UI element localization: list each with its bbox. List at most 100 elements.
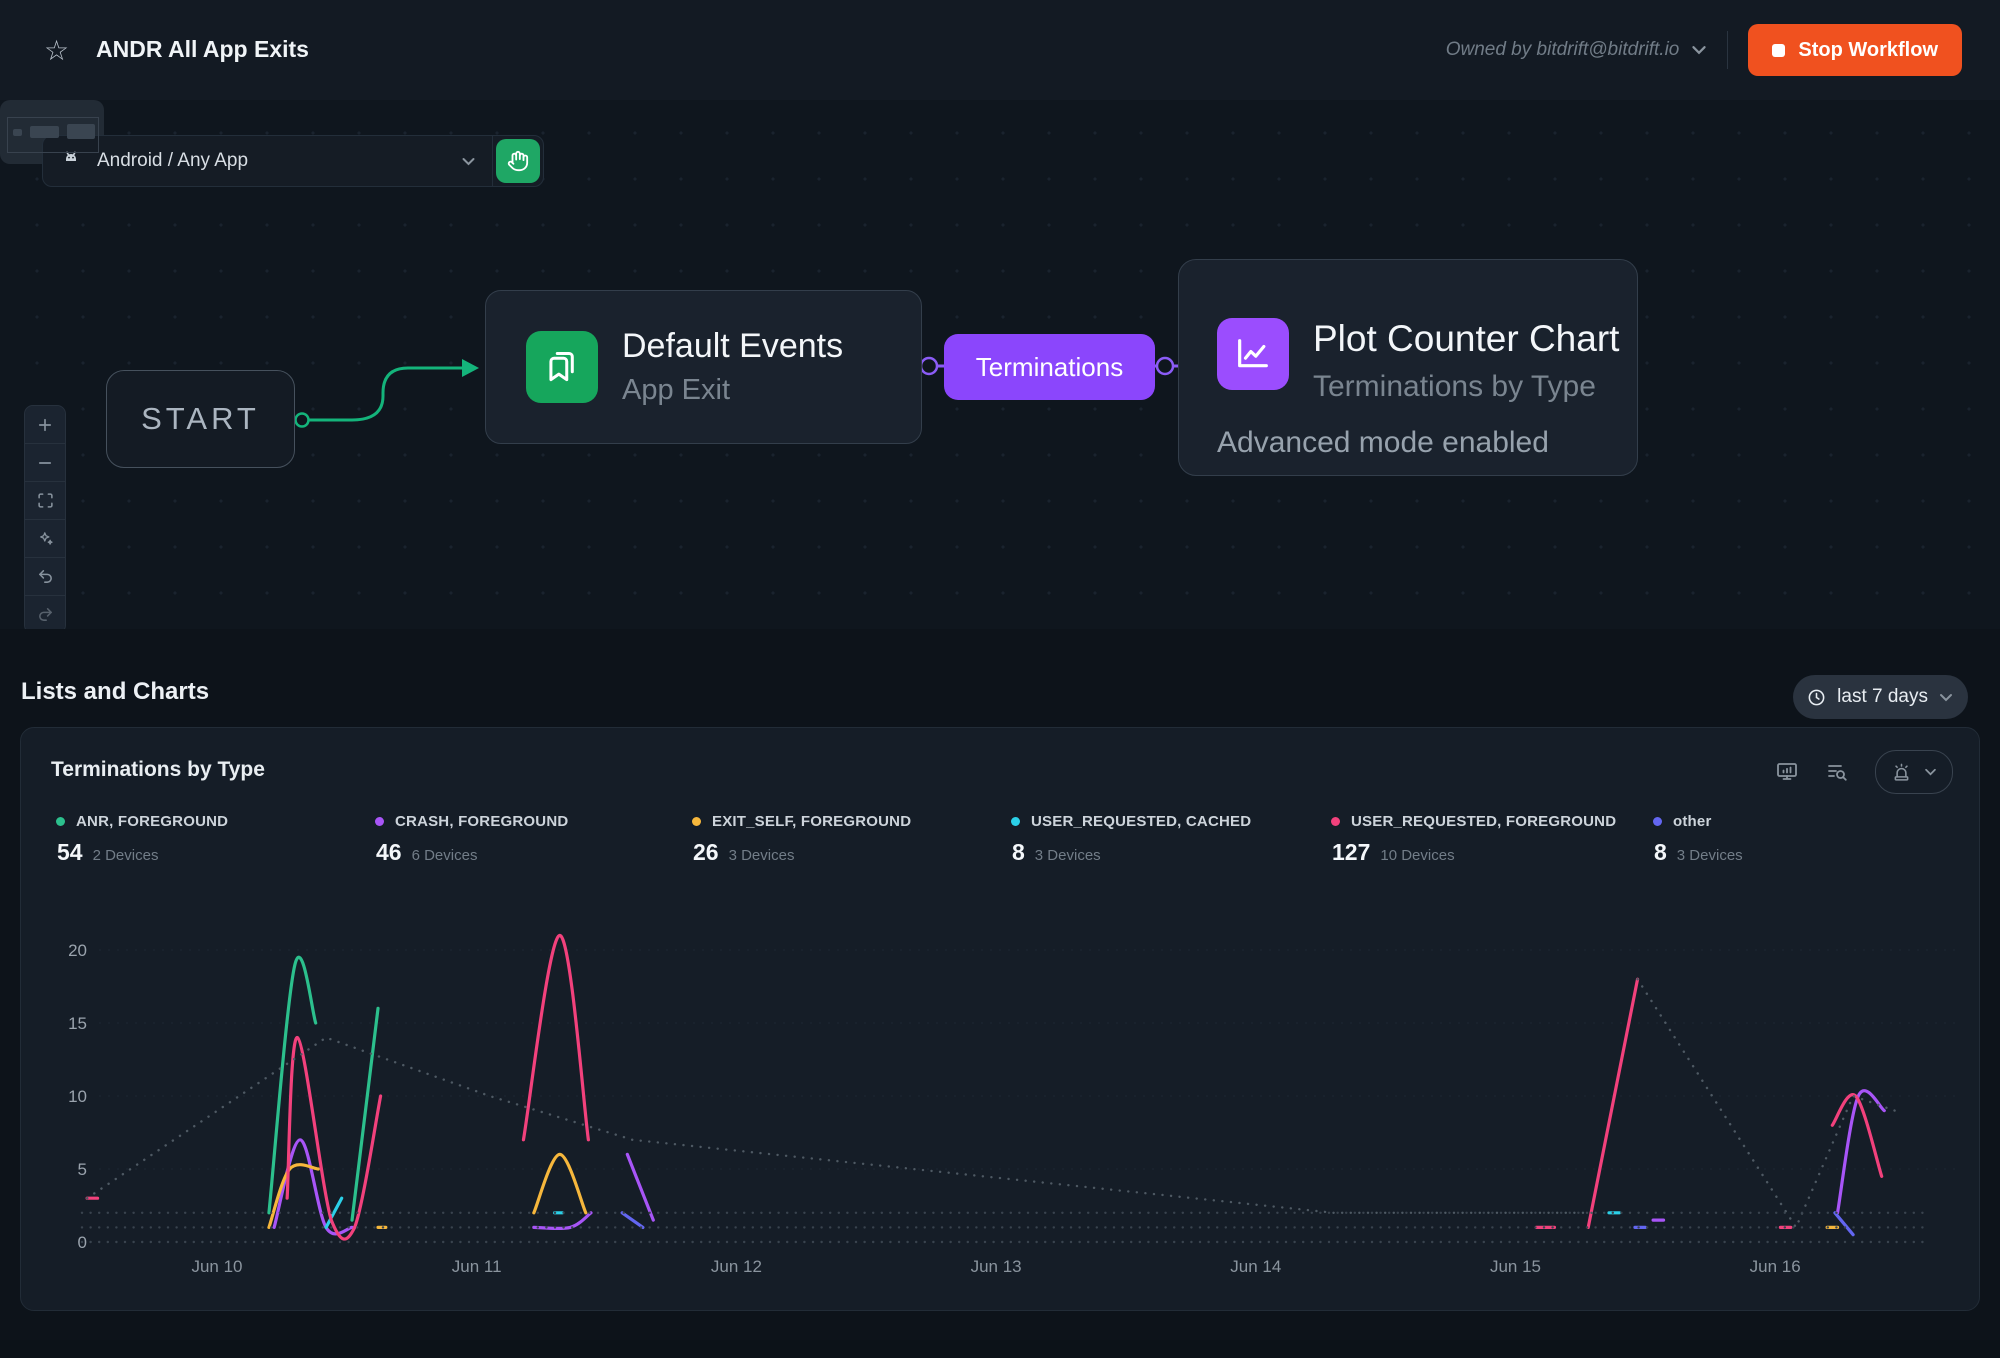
legend-color-dot <box>1331 817 1340 826</box>
terminations-chart-card: Terminations by Type ANR, FOREGROUND 54 2… <box>20 727 1980 1311</box>
owner-dropdown[interactable]: Owned by bitdrift@bitdrift.io <box>1446 39 1708 61</box>
siren-icon <box>1891 762 1912 783</box>
svg-text:Jun 13: Jun 13 <box>971 1257 1022 1276</box>
minus-icon <box>36 454 54 472</box>
clock-icon <box>1807 688 1826 707</box>
line-chart-icon <box>1217 318 1289 390</box>
legend-color-dot <box>1653 817 1662 826</box>
legend-item-anr[interactable]: ANR, FOREGROUND 54 2 Devices <box>56 813 228 866</box>
maximize-icon <box>37 492 54 509</box>
legend-devices: 10 Devices <box>1380 847 1454 864</box>
workflow-title: ANDR All App Exits <box>96 36 309 63</box>
node-default-events-subtitle: App Exit <box>622 374 843 407</box>
topbar-right-group: Owned by bitdrift@bitdrift.io Stop Workf… <box>1446 0 1962 100</box>
top-bar: ☆ ANDR All App Exits Owned by bitdrift@b… <box>0 0 2000 101</box>
legend-label: USER_REQUESTED, CACHED <box>1031 813 1251 830</box>
canvas-toolbar <box>24 405 66 634</box>
undo-button[interactable] <box>25 558 65 596</box>
node-start[interactable]: START <box>106 370 295 468</box>
legend-value: 8 <box>1012 839 1025 866</box>
legend-value: 26 <box>693 839 719 866</box>
svg-text:20: 20 <box>68 941 87 960</box>
svg-text:Jun 11: Jun 11 <box>452 1257 502 1276</box>
node-terminations[interactable]: Terminations <box>944 334 1155 400</box>
node-plot-title: Plot Counter Chart <box>1313 318 1619 360</box>
pan-hand-button[interactable] <box>496 139 540 183</box>
legend-color-dot <box>1011 817 1020 826</box>
plus-icon <box>36 416 54 434</box>
platform-selector[interactable]: Android / Any App <box>43 136 492 186</box>
svg-text:Jun 14: Jun 14 <box>1230 1257 1281 1276</box>
alerts-dropdown-button[interactable] <box>1875 750 1953 794</box>
legend-value: 46 <box>376 839 402 866</box>
chevron-down-icon <box>1924 768 1937 776</box>
legend-color-dot <box>56 817 65 826</box>
favorite-star-icon[interactable]: ☆ <box>44 34 69 67</box>
legend-value: 8 <box>1654 839 1667 866</box>
minimap-node <box>30 126 59 138</box>
legend-label: EXIT_SELF, FOREGROUND <box>712 813 911 830</box>
legend-devices: 6 Devices <box>412 847 478 864</box>
card-title: Terminations by Type <box>51 758 265 782</box>
stop-workflow-button[interactable]: Stop Workflow <box>1748 24 1962 76</box>
undo-icon <box>37 568 54 585</box>
zoom-out-button[interactable] <box>25 444 65 482</box>
legend-value: 54 <box>57 839 83 866</box>
svg-text:Jun 10: Jun 10 <box>191 1257 242 1276</box>
owner-label: Owned by bitdrift@bitdrift.io <box>1446 39 1680 61</box>
chevron-down-icon <box>1691 45 1707 55</box>
workflow-canvas[interactable]: Android / Any App <box>0 100 2000 629</box>
legend-label: USER_REQUESTED, FOREGROUND <box>1351 813 1616 830</box>
legend-color-dot <box>692 817 701 826</box>
legend-item-user-requested-foreground[interactable]: USER_REQUESTED, FOREGROUND 127 10 Devices <box>1331 813 1616 866</box>
legend-color-dot <box>375 817 384 826</box>
chevron-down-icon <box>1939 693 1953 702</box>
legend-item-other[interactable]: other 8 3 Devices <box>1653 813 1743 866</box>
node-default-events[interactable]: Default Events App Exit <box>485 290 922 444</box>
terminations-line-chart: 05101520Jun 10Jun 11Jun 12Jun 13Jun 14Ju… <box>41 916 1971 1296</box>
legend-label: other <box>1673 813 1712 830</box>
legend-devices: 2 Devices <box>93 847 159 864</box>
time-range-selector[interactable]: last 7 days <box>1793 675 1968 719</box>
auto-layout-button[interactable] <box>25 520 65 558</box>
minimap-node <box>13 129 22 136</box>
stop-workflow-label: Stop Workflow <box>1798 39 1938 62</box>
legend-devices: 3 Devices <box>1677 847 1743 864</box>
card-actions <box>1775 750 1953 794</box>
node-plot-counter-chart[interactable]: Plot Counter Chart Terminations by Type … <box>1178 259 1638 476</box>
bookmark-icon <box>526 331 598 403</box>
legend-value: 127 <box>1332 839 1370 866</box>
minimap-node <box>67 124 95 139</box>
platform-toolbar: Android / Any App <box>42 135 544 187</box>
legend-label: ANR, FOREGROUND <box>76 813 228 830</box>
query-logs-button[interactable] <box>1825 760 1849 784</box>
svg-text:Jun 15: Jun 15 <box>1490 1257 1541 1276</box>
section-title: Lists and Charts <box>21 678 209 706</box>
zoom-in-button[interactable] <box>25 406 65 444</box>
legend-devices: 3 Devices <box>729 847 795 864</box>
legend-label: CRASH, FOREGROUND <box>395 813 568 830</box>
presentation-chart-icon <box>1775 760 1799 784</box>
node-default-events-title: Default Events <box>622 327 843 366</box>
legend-item-user-requested-cached[interactable]: USER_REQUESTED, CACHED 8 3 Devices <box>1011 813 1251 866</box>
legend-item-crash[interactable]: CRASH, FOREGROUND 46 6 Devices <box>375 813 568 866</box>
redo-button[interactable] <box>25 596 65 633</box>
redo-icon <box>37 606 54 623</box>
legend-devices: 3 Devices <box>1035 847 1101 864</box>
stop-icon <box>1772 44 1785 57</box>
hand-icon <box>507 150 529 172</box>
fit-view-button[interactable] <box>25 482 65 520</box>
dashboard-add-button[interactable] <box>1775 760 1799 784</box>
platform-toolbar-divider <box>492 136 493 186</box>
chart-plot-area: 05101520Jun 10Jun 11Jun 12Jun 13Jun 14Ju… <box>41 916 1971 1296</box>
workflow-page: ☆ ANDR All App Exits Owned by bitdrift@b… <box>0 0 2000 1358</box>
list-search-icon <box>1825 760 1849 784</box>
node-plot-subtitle: Terminations by Type <box>1313 370 1619 404</box>
node-plot-footer: Advanced mode enabled <box>1217 426 1637 460</box>
legend-item-exit-self[interactable]: EXIT_SELF, FOREGROUND 26 3 Devices <box>692 813 911 866</box>
lists-and-charts-section: Lists and Charts last 7 days Termination… <box>0 629 2000 1340</box>
svg-text:15: 15 <box>68 1014 87 1033</box>
chevron-down-icon <box>461 157 476 166</box>
svg-text:Jun 12: Jun 12 <box>711 1257 762 1276</box>
svg-text:Jun 16: Jun 16 <box>1750 1257 1801 1276</box>
